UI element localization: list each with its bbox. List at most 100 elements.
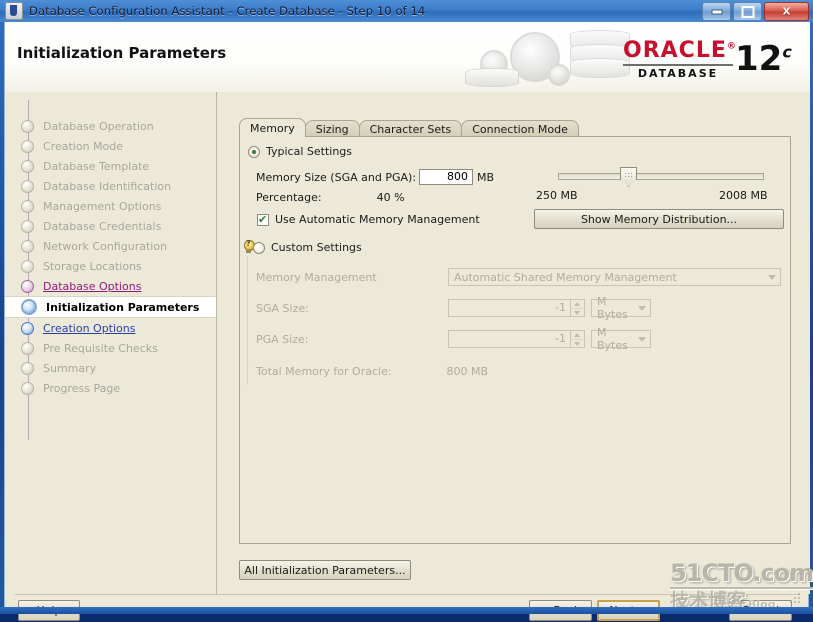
maximize-button[interactable] (733, 2, 762, 21)
use-amm-checkbox[interactable] (257, 213, 269, 226)
java-coffee-cup-icon (5, 2, 23, 20)
tab-label: Character Sets (369, 122, 452, 136)
pga-size-spinner-arrows[interactable] (570, 330, 585, 348)
percentage-value: 40 % (376, 191, 405, 204)
sidebar-item-progress-page[interactable]: Progress Page (5, 378, 216, 398)
chevron-down-icon (768, 274, 776, 280)
custom-settings-radio[interactable] (253, 241, 265, 254)
window-bottom-edge (0, 607, 813, 614)
sga-size-stepper[interactable]: -1 (448, 299, 585, 317)
footer-divider (15, 594, 800, 595)
use-amm-label: Use Automatic Memory Management (275, 213, 480, 226)
sidebar-item-summary[interactable]: Summary (5, 358, 216, 378)
sidebar-item-label: Summary (43, 361, 97, 375)
sidebar-item-database-credentials[interactable]: Database Credentials (5, 216, 216, 236)
memory-size-slider-thumb[interactable] (620, 167, 637, 187)
sidebar-item-label: Initialization Parameters (46, 300, 200, 314)
sidebar-item-label: Database Operation (43, 119, 154, 133)
use-automatic-memory-management-option[interactable]: Use Automatic Memory Management (257, 213, 480, 226)
slider-max-label: 2008 MB (719, 189, 768, 202)
logo-rule (623, 64, 733, 66)
sidebar-item-database-template[interactable]: Database Template (5, 156, 216, 176)
step-bullet-icon (21, 139, 34, 153)
sidebar-item-network-configuration[interactable]: Network Configuration (5, 236, 216, 256)
step-bullet-icon (21, 361, 34, 375)
sidebar-item-management-options[interactable]: Management Options (5, 196, 216, 216)
tab-sizing[interactable]: Sizing (304, 120, 360, 137)
step-bullet-icon (21, 299, 37, 315)
step-bullet-icon (21, 321, 34, 335)
wizard-sidebar: Database Operation Creation Mode Databas… (5, 92, 217, 594)
step-bullet-icon (21, 341, 34, 355)
sidebar-item-label: Creation Options (43, 321, 136, 335)
sga-size-spinner-arrows[interactable] (570, 299, 585, 317)
oracle-logo: ORACLE® DATABASE (623, 38, 736, 80)
maximize-icon (741, 5, 754, 18)
spinner-up-icon (571, 331, 584, 340)
total-memory-label: Total Memory for Oracle: (256, 365, 392, 378)
step-bullet-icon (21, 239, 34, 253)
tab-label: Memory (250, 121, 295, 135)
step-bullet-icon (21, 381, 34, 395)
step-bullet-icon (21, 159, 34, 173)
pga-size-input[interactable]: -1 (448, 330, 570, 348)
spinner-down-icon (571, 309, 584, 317)
step-bullet-icon (21, 179, 34, 193)
minimize-button[interactable] (702, 2, 731, 21)
sidebar-item-creation-options[interactable]: Creation Options (5, 318, 216, 338)
footer (5, 594, 810, 607)
sidebar-item-label: Network Configuration (43, 239, 168, 253)
pga-size-stepper[interactable]: -1 (448, 330, 585, 348)
pga-size-unit-select[interactable]: M Bytes (591, 326, 651, 352)
step-bullet-icon (21, 259, 34, 273)
sga-size-label-row: SGA Size: (256, 302, 309, 315)
memory-management-value: Automatic Shared Memory Management (454, 270, 677, 284)
slider-min-value: 250 MB (536, 189, 578, 202)
resize-grip-icon[interactable] (790, 593, 802, 605)
pga-size-unit-value: M Bytes (597, 326, 628, 352)
tab-label: Connection Mode (472, 122, 568, 136)
tab-character-sets[interactable]: Character Sets (358, 120, 463, 137)
spinner-down-icon (571, 340, 584, 348)
oracle-sublabel: DATABASE (637, 67, 719, 80)
sidebar-item-storage-locations[interactable]: Storage Locations (5, 256, 216, 276)
memory-management-select[interactable]: Automatic Shared Memory Management (448, 268, 781, 286)
tab-connection-mode[interactable]: Connection Mode (461, 120, 579, 137)
percentage-label: Percentage: (256, 191, 322, 204)
show-memory-distribution-button[interactable]: Show Memory Distribution... (534, 209, 784, 229)
memory-size-input[interactable]: 800 (419, 169, 473, 185)
sga-size-input[interactable]: -1 (448, 299, 570, 317)
sidebar-item-label: Progress Page (43, 381, 121, 395)
sga-size-unit-select[interactable]: M Bytes (591, 295, 651, 321)
percentage-row: Percentage: 40 % (256, 191, 405, 204)
memory-size-slider-track[interactable] (558, 173, 764, 180)
minimize-icon (711, 9, 722, 14)
header-banner: Initialization Parameters ORACLE® DATABA… (5, 22, 810, 93)
custom-settings-label: Custom Settings (271, 241, 362, 254)
version-number: 12 (735, 39, 783, 79)
sga-size-label: SGA Size: (256, 302, 309, 315)
tab-memory[interactable]: Memory (239, 118, 306, 137)
typical-settings-option[interactable]: Typical Settings (248, 145, 352, 158)
typical-settings-radio[interactable] (248, 145, 260, 158)
sidebar-item-database-operation[interactable]: Database Operation (5, 116, 216, 136)
version-suffix: c (782, 42, 792, 62)
memory-size-row: Memory Size (SGA and PGA): 800 MB (256, 169, 494, 185)
sidebar-item-creation-mode[interactable]: Creation Mode (5, 136, 216, 156)
sidebar-item-label: Database Options (43, 279, 142, 293)
sga-size-unit-value: M Bytes (597, 295, 628, 321)
step-bullet-icon (21, 279, 34, 293)
window-controls: X (702, 2, 809, 21)
oracle-wordmark: ORACLE (623, 38, 727, 63)
sidebar-item-database-identification[interactable]: Database Identification (5, 176, 216, 196)
pga-size-label-row: PGA Size: (256, 333, 308, 346)
all-initialization-parameters-button[interactable]: All Initialization Parameters... (239, 560, 411, 580)
spinner-up-icon (571, 300, 584, 309)
sidebar-item-initialization-parameters[interactable]: Initialization Parameters (5, 296, 216, 318)
close-button[interactable]: X (764, 2, 809, 21)
sidebar-item-pre-requisite-checks[interactable]: Pre Requisite Checks (5, 338, 216, 358)
show-memory-distribution-label: Show Memory Distribution... (580, 212, 738, 226)
memory-size-unit: MB (477, 170, 495, 184)
custom-settings-option[interactable]: Custom Settings (253, 241, 362, 254)
sidebar-item-database-options[interactable]: Database Options (5, 276, 216, 296)
